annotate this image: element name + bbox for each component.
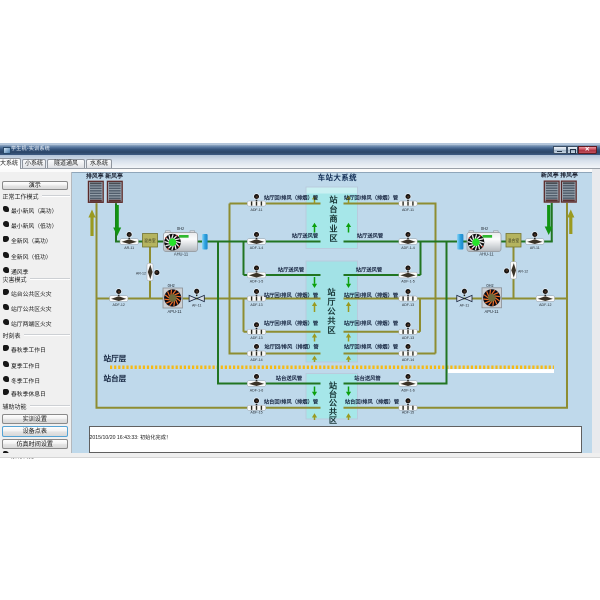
- svg-text:ADF-13: ADF-13: [402, 303, 414, 307]
- svg-text:站厅回/排风（排烟）管: 站厅回/排风（排烟）管: [264, 342, 319, 350]
- svg-text:站厅送风管: 站厅送风管: [356, 265, 383, 273]
- svg-text:站台送风管: 站台送风管: [276, 374, 303, 382]
- svg-text:ADF-13: ADF-13: [250, 303, 262, 307]
- svg-text:ADF-1-4: ADF-1-4: [250, 246, 264, 250]
- svg-text:共: 共: [327, 315, 335, 325]
- svg-text:ADF-12: ADF-12: [113, 303, 125, 307]
- svg-text:ADF-14: ADF-14: [402, 358, 414, 362]
- svg-text:站: 站: [329, 194, 338, 204]
- svg-text:站厅回/排风（排烟）管: 站厅回/排风（排烟）管: [344, 291, 399, 299]
- svg-text:0Hz: 0Hz: [168, 283, 175, 288]
- svg-text:站: 站: [329, 380, 338, 390]
- svg-text:0Hz: 0Hz: [481, 226, 488, 231]
- svg-text:站台回/排风（排烟）管: 站台回/排风（排烟）管: [264, 397, 319, 405]
- svg-text:ADF-1-6: ADF-1-6: [250, 389, 264, 393]
- svg-text:站厅送风管: 站厅送风管: [357, 232, 384, 240]
- svg-text:商: 商: [329, 214, 337, 224]
- svg-text:AR-12: AR-12: [136, 271, 146, 275]
- svg-text:新风亭 排风亭: 新风亭 排风亭: [541, 172, 578, 179]
- svg-text:AHU-11: AHU-11: [479, 251, 494, 256]
- svg-text:ADF-14: ADF-14: [250, 358, 262, 362]
- svg-text:ADF-11: ADF-11: [402, 208, 414, 212]
- svg-text:ADF-15: ADF-15: [402, 410, 414, 414]
- svg-text:ADF-15: ADF-15: [250, 410, 262, 414]
- svg-text:站台层: 站台层: [104, 373, 127, 383]
- svg-text:公: 公: [327, 307, 336, 316]
- svg-text:ADF-1-4: ADF-1-4: [401, 246, 415, 250]
- svg-text:APU-11: APU-11: [485, 309, 500, 314]
- svg-text:台: 台: [329, 204, 337, 214]
- svg-text:共: 共: [329, 406, 337, 416]
- svg-text:站厅回/排风（排烟）管: 站厅回/排风（排烟）管: [344, 342, 399, 350]
- svg-text:业: 业: [329, 223, 337, 233]
- svg-text:ADF-13: ADF-13: [402, 336, 414, 340]
- svg-text:站厅送风管: 站厅送风管: [292, 232, 319, 240]
- svg-text:0Hz: 0Hz: [486, 283, 493, 288]
- svg-text:排风亭 新风亭: 排风亭 新风亭: [86, 172, 123, 180]
- svg-text:ADF-1-5: ADF-1-5: [401, 279, 415, 283]
- svg-text:区: 区: [327, 326, 335, 335]
- svg-text:ADF-12: ADF-12: [539, 303, 551, 307]
- svg-text:AF-11: AF-11: [192, 303, 201, 307]
- svg-text:ADF-1-5: ADF-1-5: [250, 279, 264, 283]
- svg-text:ADF-13: ADF-13: [250, 336, 262, 340]
- svg-text:车站大系统: 车站大系统: [318, 173, 358, 182]
- svg-text:站厅回/排风（排烟）管: 站厅回/排风（排烟）管: [264, 193, 319, 201]
- svg-text:站厅回/排风（排烟）管: 站厅回/排风（排烟）管: [344, 319, 399, 327]
- svg-text:0Hz: 0Hz: [177, 226, 184, 231]
- svg-text:台: 台: [329, 389, 337, 399]
- svg-text:站厅回/排风（排烟）管: 站厅回/排风（排烟）管: [264, 291, 319, 299]
- svg-text:ADF-1-6: ADF-1-6: [401, 389, 415, 393]
- svg-text:厅: 厅: [327, 297, 335, 306]
- svg-text:AR-12: AR-12: [518, 269, 528, 273]
- svg-text:站: 站: [327, 287, 336, 297]
- svg-text:区: 区: [329, 416, 337, 425]
- svg-text:AHU-11: AHU-11: [174, 251, 189, 256]
- svg-text:混合室: 混合室: [508, 238, 520, 243]
- svg-text:区: 区: [329, 234, 337, 243]
- svg-text:AR-11: AR-11: [530, 246, 540, 250]
- svg-text:AF-11: AF-11: [460, 303, 469, 307]
- svg-text:APU-11: APU-11: [168, 309, 183, 314]
- svg-text:AR-11: AR-11: [124, 246, 134, 250]
- svg-text:站台送风管: 站台送风管: [354, 374, 381, 382]
- svg-text:站厅送风管: 站厅送风管: [278, 265, 305, 273]
- svg-text:站台回/排风（排烟）管: 站台回/排风（排烟）管: [345, 397, 400, 405]
- svg-text:站厅回/排风（排烟）管: 站厅回/排风（排烟）管: [344, 193, 399, 201]
- svg-text:ADF-11: ADF-11: [250, 208, 262, 212]
- svg-text:站厅层: 站厅层: [104, 353, 127, 363]
- svg-text:混合室: 混合室: [144, 238, 156, 243]
- svg-text:站厅回/排风（排烟）管: 站厅回/排风（排烟）管: [264, 319, 319, 327]
